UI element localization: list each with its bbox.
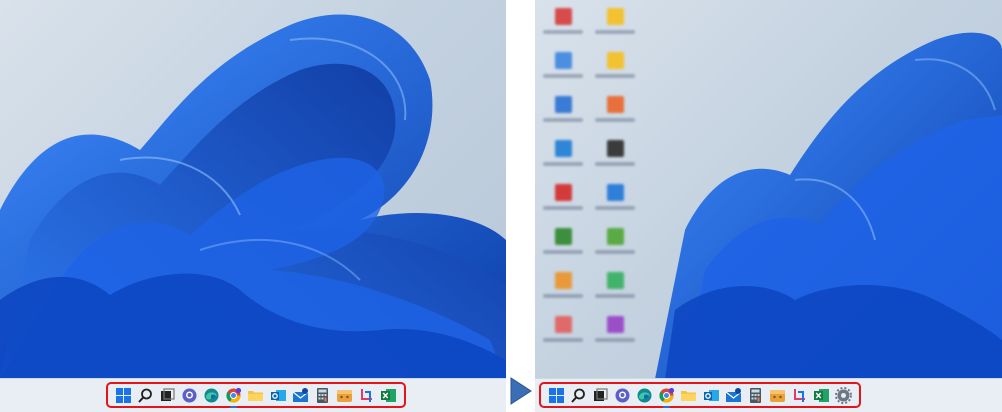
archive-icon[interactable]	[336, 387, 353, 404]
wallpaper-bloom	[0, 14, 506, 379]
app-icon	[555, 96, 572, 113]
blurred-label	[595, 118, 635, 122]
taskbar	[0, 378, 506, 412]
app-icon	[607, 228, 624, 245]
desktop-icon-4[interactable]	[591, 50, 639, 90]
desktop-icon-11[interactable]	[539, 226, 587, 266]
calculator-icon[interactable]	[747, 387, 764, 404]
blurred-label	[543, 30, 583, 34]
blurred-label	[595, 250, 635, 254]
app-icon	[607, 316, 624, 333]
app-icon	[555, 316, 572, 333]
chrome-icon[interactable]	[658, 387, 675, 408]
blurred-label	[595, 206, 635, 210]
desktop-icon-14[interactable]	[591, 270, 639, 310]
before-screen	[0, 0, 506, 412]
desktop-icon-10[interactable]	[591, 182, 639, 222]
app-icon	[555, 8, 572, 25]
blurred-label	[595, 294, 635, 298]
app-icon	[555, 228, 572, 245]
desktop-icon-15[interactable]	[539, 314, 587, 354]
edge-icon[interactable]	[636, 387, 653, 404]
search-icon[interactable]	[137, 387, 154, 404]
snipping-tool-icon[interactable]	[791, 387, 808, 404]
blurred-label	[595, 74, 635, 78]
search-icon[interactable]	[570, 387, 587, 404]
desktop-icon-16[interactable]	[591, 314, 639, 354]
desktop-icon-8[interactable]	[591, 138, 639, 178]
desktop-icon-12[interactable]	[591, 226, 639, 266]
app-icon	[607, 140, 624, 157]
blurred-label	[543, 118, 583, 122]
chat-icon[interactable]	[614, 387, 631, 404]
start-icon[interactable]	[548, 387, 565, 404]
mail-icon[interactable]	[725, 387, 742, 404]
app-icon	[607, 52, 624, 69]
blurred-label	[595, 30, 635, 34]
outlook-icon[interactable]	[703, 387, 720, 404]
excel-icon[interactable]	[813, 387, 830, 404]
chrome-icon[interactable]	[225, 387, 242, 408]
calculator-icon[interactable]	[314, 387, 331, 404]
app-icon	[555, 272, 572, 289]
archive-icon[interactable]	[769, 387, 786, 404]
start-icon[interactable]	[115, 387, 132, 404]
task-view-icon[interactable]	[159, 387, 176, 404]
blurred-label	[595, 338, 635, 342]
blurred-label	[543, 338, 583, 342]
file-explorer-icon[interactable]	[680, 387, 697, 404]
app-icon	[555, 140, 572, 157]
blurred-label	[543, 74, 583, 78]
desktop-icon-3[interactable]	[539, 50, 587, 90]
desktop-icon-2[interactable]	[591, 6, 639, 46]
blurred-label	[595, 162, 635, 166]
outlook-icon[interactable]	[270, 387, 287, 404]
app-icon	[607, 96, 624, 113]
after-screen	[535, 0, 1002, 412]
taskbar-highlight	[106, 382, 406, 408]
desktop-icon-7[interactable]	[539, 138, 587, 178]
excel-icon[interactable]	[380, 387, 397, 404]
task-view-icon[interactable]	[592, 387, 609, 404]
file-explorer-icon[interactable]	[247, 387, 264, 404]
mail-icon[interactable]	[292, 387, 309, 404]
desktop-icon-13[interactable]	[539, 270, 587, 310]
blurred-label	[543, 206, 583, 210]
desktop-icon-6[interactable]	[591, 94, 639, 134]
chat-icon[interactable]	[181, 387, 198, 404]
snipping-tool-icon[interactable]	[358, 387, 375, 404]
desktop-icons	[539, 6, 649, 351]
app-icon	[607, 272, 624, 289]
app-icon	[555, 52, 572, 69]
desktop-icon-9[interactable]	[539, 182, 587, 222]
blurred-label	[543, 162, 583, 166]
settings-icon[interactable]	[834, 386, 852, 404]
app-icon	[607, 8, 624, 25]
arrow-right-icon	[510, 377, 532, 405]
blurred-label	[543, 250, 583, 254]
edge-icon[interactable]	[203, 387, 220, 404]
desktop-icon-5[interactable]	[539, 94, 587, 134]
blurred-label	[543, 294, 583, 298]
app-icon	[607, 184, 624, 201]
desktop-icon-1[interactable]	[539, 6, 587, 46]
app-icon	[555, 184, 572, 201]
taskbar	[535, 378, 1002, 412]
taskbar-highlight	[539, 382, 861, 408]
